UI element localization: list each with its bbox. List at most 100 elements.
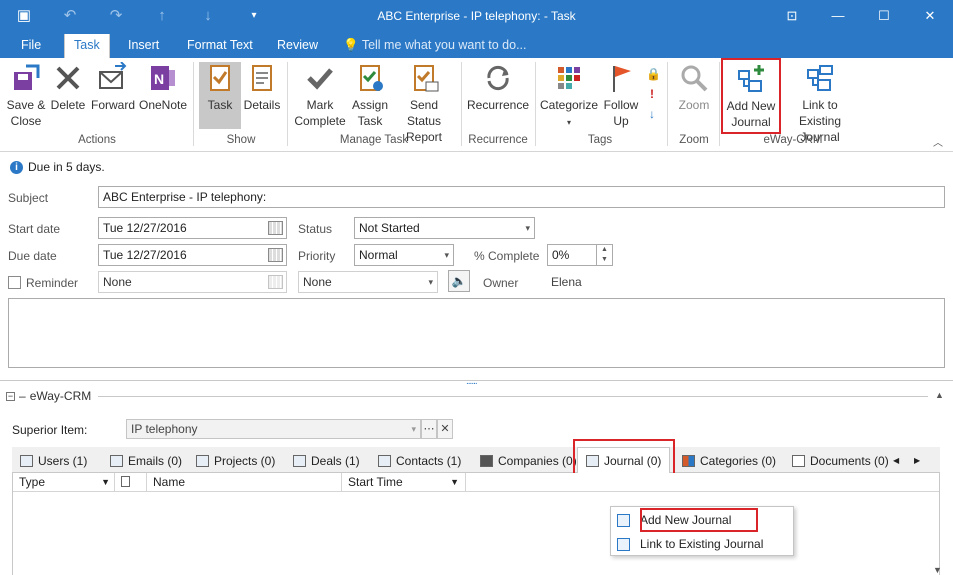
- low-importance-icon[interactable]: ↓: [646, 104, 658, 124]
- delete-button[interactable]: Delete: [48, 62, 88, 113]
- lock-icon[interactable]: 🔒: [646, 64, 661, 84]
- menu-item-link-existing-journal[interactable]: Link to Existing Journal: [617, 534, 763, 554]
- group-separator: [461, 62, 462, 146]
- follow-up-button[interactable]: Follow Up: [601, 62, 641, 129]
- ribbon-display-icon[interactable]: ⊡: [769, 0, 815, 32]
- forward-button[interactable]: Forward: [89, 62, 137, 113]
- column-type-label: Type: [19, 475, 46, 489]
- crm-section-header[interactable]: − – eWay-CRM: [6, 389, 91, 403]
- contacts-icon: [378, 455, 391, 467]
- tab-emails-label: Emails (0): [128, 454, 183, 468]
- stepper-arrows-icon[interactable]: ▲ ▼: [596, 245, 612, 265]
- tab-journal[interactable]: Journal (0): [577, 447, 671, 474]
- forward-icon: [99, 62, 127, 89]
- tab-scroll-right-icon[interactable]: ▶: [914, 451, 920, 471]
- documents-icon: [792, 455, 805, 467]
- tell-me-box[interactable]: 💡 Tell me what you want to do...: [343, 34, 527, 58]
- collapse-icon[interactable]: −: [6, 391, 15, 401]
- start-date-field[interactable]: Tue 12/27/2016: [98, 217, 287, 239]
- categorize-label: Categorize: [539, 98, 599, 112]
- recurrence-button[interactable]: Recurrence: [466, 62, 530, 113]
- collapse-ribbon-icon[interactable]: ︿: [933, 134, 943, 149]
- task-view-button[interactable]: Task: [199, 62, 241, 129]
- status-label: Status: [298, 222, 333, 236]
- users-icon: [20, 455, 33, 467]
- tab-scroll-left-icon[interactable]: ◀: [893, 451, 899, 471]
- add-new-journal-button[interactable]: Add New Journal: [721, 58, 781, 134]
- save-close-label: Save & Close: [6, 98, 46, 128]
- percent-complete-stepper[interactable]: 0% ▲ ▼: [547, 244, 613, 266]
- priority-label: Priority: [298, 249, 336, 263]
- tab-documents[interactable]: Documents (0): [792, 451, 889, 471]
- calendar-icon: [268, 275, 283, 289]
- column-type[interactable]: Type ▼: [13, 473, 115, 492]
- due-date-label: Due date: [8, 249, 57, 263]
- details-button[interactable]: Details: [242, 62, 282, 113]
- tab-review[interactable]: Review: [268, 34, 327, 58]
- subject-field[interactable]: ABC Enterprise - IP telephony:: [98, 186, 945, 208]
- status-value: Not Started: [359, 221, 420, 235]
- scroll-down-icon[interactable]: ▼: [933, 565, 942, 575]
- categorize-button[interactable]: Categorize ▾: [539, 62, 599, 131]
- column-start-time[interactable]: Start Time ▼: [342, 473, 466, 492]
- assign-task-button[interactable]: Assign Task: [350, 62, 390, 129]
- clear-button[interactable]: ✕: [437, 419, 453, 439]
- link-existing-journal-button[interactable]: Link to Existing Journal: [781, 62, 859, 145]
- tab-insert[interactable]: Insert: [119, 34, 168, 58]
- high-importance-icon[interactable]: !: [646, 84, 658, 104]
- window-controls: ⊡ — ☐ ✕: [769, 0, 953, 32]
- column-document[interactable]: [115, 473, 147, 492]
- tab-categories[interactable]: Categories (0): [682, 451, 776, 471]
- title-bar: ▣ ↶ ↷ ↑ ↓ ▾ ABC Enterprise - IP telephon…: [0, 0, 953, 34]
- group-zoom-label: Zoom: [679, 134, 709, 146]
- svg-text:N: N: [154, 71, 164, 87]
- calendar-icon[interactable]: [268, 221, 283, 235]
- priority-select[interactable]: Normal ▾: [354, 244, 454, 266]
- tab-projects[interactable]: Projects (0): [196, 451, 275, 471]
- tab-contacts[interactable]: Contacts (1): [378, 451, 461, 471]
- tab-emails[interactable]: Emails (0): [110, 451, 182, 471]
- tab-documents-label: Documents (0): [810, 454, 889, 468]
- tab-companies[interactable]: Companies (0): [480, 451, 577, 471]
- tab-task[interactable]: Task: [64, 34, 110, 58]
- add-new-journal-label: Add New Journal: [726, 99, 776, 129]
- reminder-checkbox[interactable]: [8, 276, 21, 289]
- task-body-textarea[interactable]: [8, 298, 945, 368]
- pane-splitter[interactable]: ......: [0, 376, 953, 387]
- menu-item-link-label: Link to Existing Journal: [640, 537, 764, 551]
- mark-complete-label: Mark Complete: [294, 98, 346, 128]
- group-tags-label: Tags: [587, 134, 613, 146]
- menu-item-add-new-journal[interactable]: Add New Journal: [617, 510, 731, 530]
- tell-me-text: Tell me what you want to do...: [361, 38, 527, 52]
- maximize-button[interactable]: ☐: [861, 0, 907, 32]
- send-status-report-button[interactable]: Send Status Report: [392, 62, 456, 145]
- tab-deals[interactable]: Deals (1): [293, 451, 360, 471]
- zoom-button[interactable]: Zoom: [672, 62, 716, 113]
- filter-icon[interactable]: ▼: [101, 473, 110, 491]
- tab-file[interactable]: File: [12, 34, 50, 58]
- save-close-button[interactable]: Save & Close: [4, 62, 48, 129]
- superior-item-field[interactable]: IP telephony ▾: [126, 419, 421, 439]
- reminder-sound-button[interactable]: 🔈: [448, 270, 470, 292]
- scroll-up-icon[interactable]: ▲: [935, 390, 944, 400]
- group-manage-label: Manage Task: [339, 134, 409, 146]
- calendar-icon[interactable]: [268, 248, 283, 262]
- status-select[interactable]: Not Started ▾: [354, 217, 535, 239]
- mark-complete-button[interactable]: Mark Complete: [292, 62, 348, 129]
- tab-users[interactable]: Users (1): [20, 451, 87, 471]
- close-button[interactable]: ✕: [907, 0, 953, 32]
- journal-icon: [617, 513, 630, 527]
- info-icon: i: [10, 160, 23, 174]
- column-name[interactable]: Name: [147, 473, 342, 492]
- group-separator: [287, 62, 288, 146]
- browse-button[interactable]: ⋯: [421, 419, 437, 439]
- send-status-icon: [414, 65, 439, 92]
- onenote-button[interactable]: N OneNote: [138, 62, 188, 113]
- reminder-time-select[interactable]: None ▾: [298, 271, 438, 293]
- forward-label: Forward: [90, 98, 135, 112]
- tab-format-text[interactable]: Format Text: [178, 34, 262, 58]
- due-date-field[interactable]: Tue 12/27/2016: [98, 244, 287, 266]
- journal-icon: [586, 455, 599, 467]
- reminder-date-field[interactable]: None: [98, 271, 287, 293]
- minimize-button[interactable]: —: [815, 0, 861, 32]
